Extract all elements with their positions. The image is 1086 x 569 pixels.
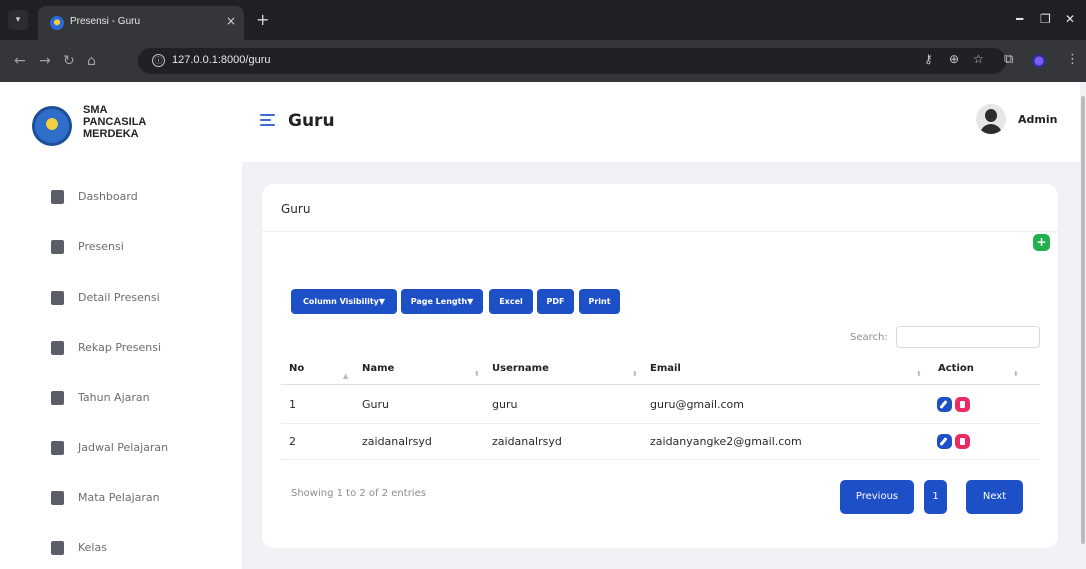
browser-tab-bar: ▾ Presensi - Guru × + ━ ❐ ✕ <box>0 0 1086 40</box>
guru-card: Guru + Column Visibility▼ Page Length▼ E… <box>262 184 1058 548</box>
reload-icon[interactable]: ↻ <box>63 53 75 69</box>
brand-name: SMA PANCASILA MERDEKA <box>83 104 146 140</box>
sidebar-item-label: Mata Pelajaran <box>78 491 160 504</box>
cell-email: zaidanyangke2@gmail.com <box>650 435 802 448</box>
calendar-icon <box>51 391 64 405</box>
minimize-icon[interactable]: ━ <box>1016 12 1023 26</box>
sort-asc-icon[interactable]: ▲ <box>343 372 348 380</box>
delete-icon[interactable] <box>955 434 970 449</box>
table-info: Showing 1 to 2 of 2 entries <box>291 488 426 499</box>
cell-no: 2 <box>289 435 296 448</box>
column-header-name[interactable]: Name <box>362 363 394 374</box>
new-tab-icon[interactable]: + <box>256 10 269 29</box>
edit-icon[interactable] <box>937 434 952 449</box>
cell-username: guru <box>492 398 518 411</box>
calendar-grid-icon <box>51 441 64 455</box>
column-header-email[interactable]: Email <box>650 363 681 374</box>
page-length-button[interactable]: Page Length▼ <box>401 289 483 314</box>
sidebar-item-label: Kelas <box>78 541 107 554</box>
print-button[interactable]: Print <box>579 289 620 314</box>
tab-search-icon[interactable]: ▾ <box>8 10 28 30</box>
user-name[interactable]: Admin <box>1018 113 1057 126</box>
building-icon <box>51 541 64 555</box>
favicon-icon <box>50 16 64 30</box>
sort-icon[interactable]: ⬍ <box>632 370 638 378</box>
cell-name: Guru <box>362 398 389 411</box>
excel-button[interactable]: Excel <box>489 289 533 314</box>
page-title: Guru <box>288 111 335 131</box>
cell-name: zaidanalrsyd <box>362 435 432 448</box>
cell-email: guru@gmail.com <box>650 398 744 411</box>
book-icon <box>51 491 64 505</box>
table-header-divider <box>281 384 1040 385</box>
column-header-action[interactable]: Action <box>938 363 974 374</box>
school-logo <box>32 106 72 146</box>
sidebar-item-label: Detail Presensi <box>78 291 160 304</box>
tab-title: Presensi - Guru <box>70 16 141 27</box>
back-icon[interactable]: ← <box>14 53 26 69</box>
previous-page-button[interactable]: Previous <box>840 480 914 514</box>
card-title: Guru <box>281 202 311 216</box>
key-icon[interactable]: ⚷ <box>924 52 933 66</box>
sidebar-item-mata-pelajaran[interactable]: Mata Pelajaran <box>0 479 242 519</box>
sort-icon[interactable]: ⬍ <box>474 370 480 378</box>
sidebar-item-presensi[interactable]: Presensi <box>0 228 242 268</box>
cell-username: zaidanalrsyd <box>492 435 562 448</box>
browser-menu-icon[interactable]: ⋮ <box>1066 52 1079 67</box>
sort-icon[interactable]: ⬍ <box>1013 370 1019 378</box>
extensions-icon[interactable]: ⧉ <box>1004 52 1013 67</box>
sidebar-item-label: Dashboard <box>78 190 138 203</box>
scrollbar-thumb[interactable] <box>1081 96 1085 544</box>
sidebar-item-rekap-presensi[interactable]: Rekap Presensi <box>0 329 242 369</box>
search-input[interactable] <box>896 326 1040 348</box>
sidebar-item-label: Rekap Presensi <box>78 341 162 354</box>
column-header-no[interactable]: No <box>289 363 304 374</box>
sidebar-item-jadwal-pelajaran[interactable]: Jadwal Pelajaran <box>0 429 242 469</box>
site-info-icon[interactable]: ⓘ <box>152 54 165 67</box>
tab-close-icon[interactable]: × <box>226 14 236 28</box>
column-visibility-button[interactable]: Column Visibility▼ <box>291 289 397 314</box>
search-label: Search: <box>850 332 888 343</box>
add-guru-button[interactable]: + <box>1033 234 1050 251</box>
restore-icon[interactable]: ❐ <box>1040 12 1051 26</box>
close-window-icon[interactable]: ✕ <box>1065 12 1075 26</box>
edit-icon[interactable] <box>937 397 952 412</box>
home-icon[interactable]: ⌂ <box>87 53 96 69</box>
top-header: Guru Admin <box>242 82 1086 162</box>
table-row-divider <box>281 459 1040 460</box>
hamburger-menu-icon[interactable] <box>260 114 275 126</box>
zoom-icon[interactable]: ⊕ <box>949 52 959 66</box>
sidebar-item-label: Presensi <box>78 240 124 253</box>
sidebar: SMA PANCASILA MERDEKA Dashboard Presensi… <box>0 82 242 569</box>
profile-icon[interactable] <box>1032 54 1046 68</box>
calendar-check-icon <box>51 291 64 305</box>
url-text[interactable]: 127.0.0.1:8000/guru <box>172 54 270 66</box>
table-row-divider <box>281 423 1040 424</box>
sidebar-item-kelas[interactable]: Kelas <box>0 529 242 569</box>
database-icon <box>51 341 64 355</box>
sidebar-item-label: Tahun Ajaran <box>78 391 150 404</box>
avatar[interactable] <box>976 104 1006 134</box>
page-1-button[interactable]: 1 <box>924 480 947 514</box>
calendar-check-icon <box>51 240 64 254</box>
column-header-username[interactable]: Username <box>492 363 549 374</box>
next-page-button[interactable]: Next <box>966 480 1023 514</box>
sort-icon[interactable]: ⬍ <box>916 370 922 378</box>
cell-no: 1 <box>289 398 296 411</box>
forward-icon[interactable]: → <box>39 53 51 69</box>
dashboard-icon <box>51 190 64 204</box>
card-header: Guru <box>262 184 1058 232</box>
browser-tab[interactable]: Presensi - Guru × <box>38 6 244 40</box>
star-icon[interactable]: ☆ <box>973 52 984 66</box>
pdf-button[interactable]: PDF <box>537 289 574 314</box>
sidebar-item-label: Jadwal Pelajaran <box>78 441 169 454</box>
sidebar-item-dashboard[interactable]: Dashboard <box>0 178 242 218</box>
sidebar-item-detail-presensi[interactable]: Detail Presensi <box>0 279 242 319</box>
sidebar-item-tahun-ajaran[interactable]: Tahun Ajaran <box>0 379 242 419</box>
delete-icon[interactable] <box>955 397 970 412</box>
